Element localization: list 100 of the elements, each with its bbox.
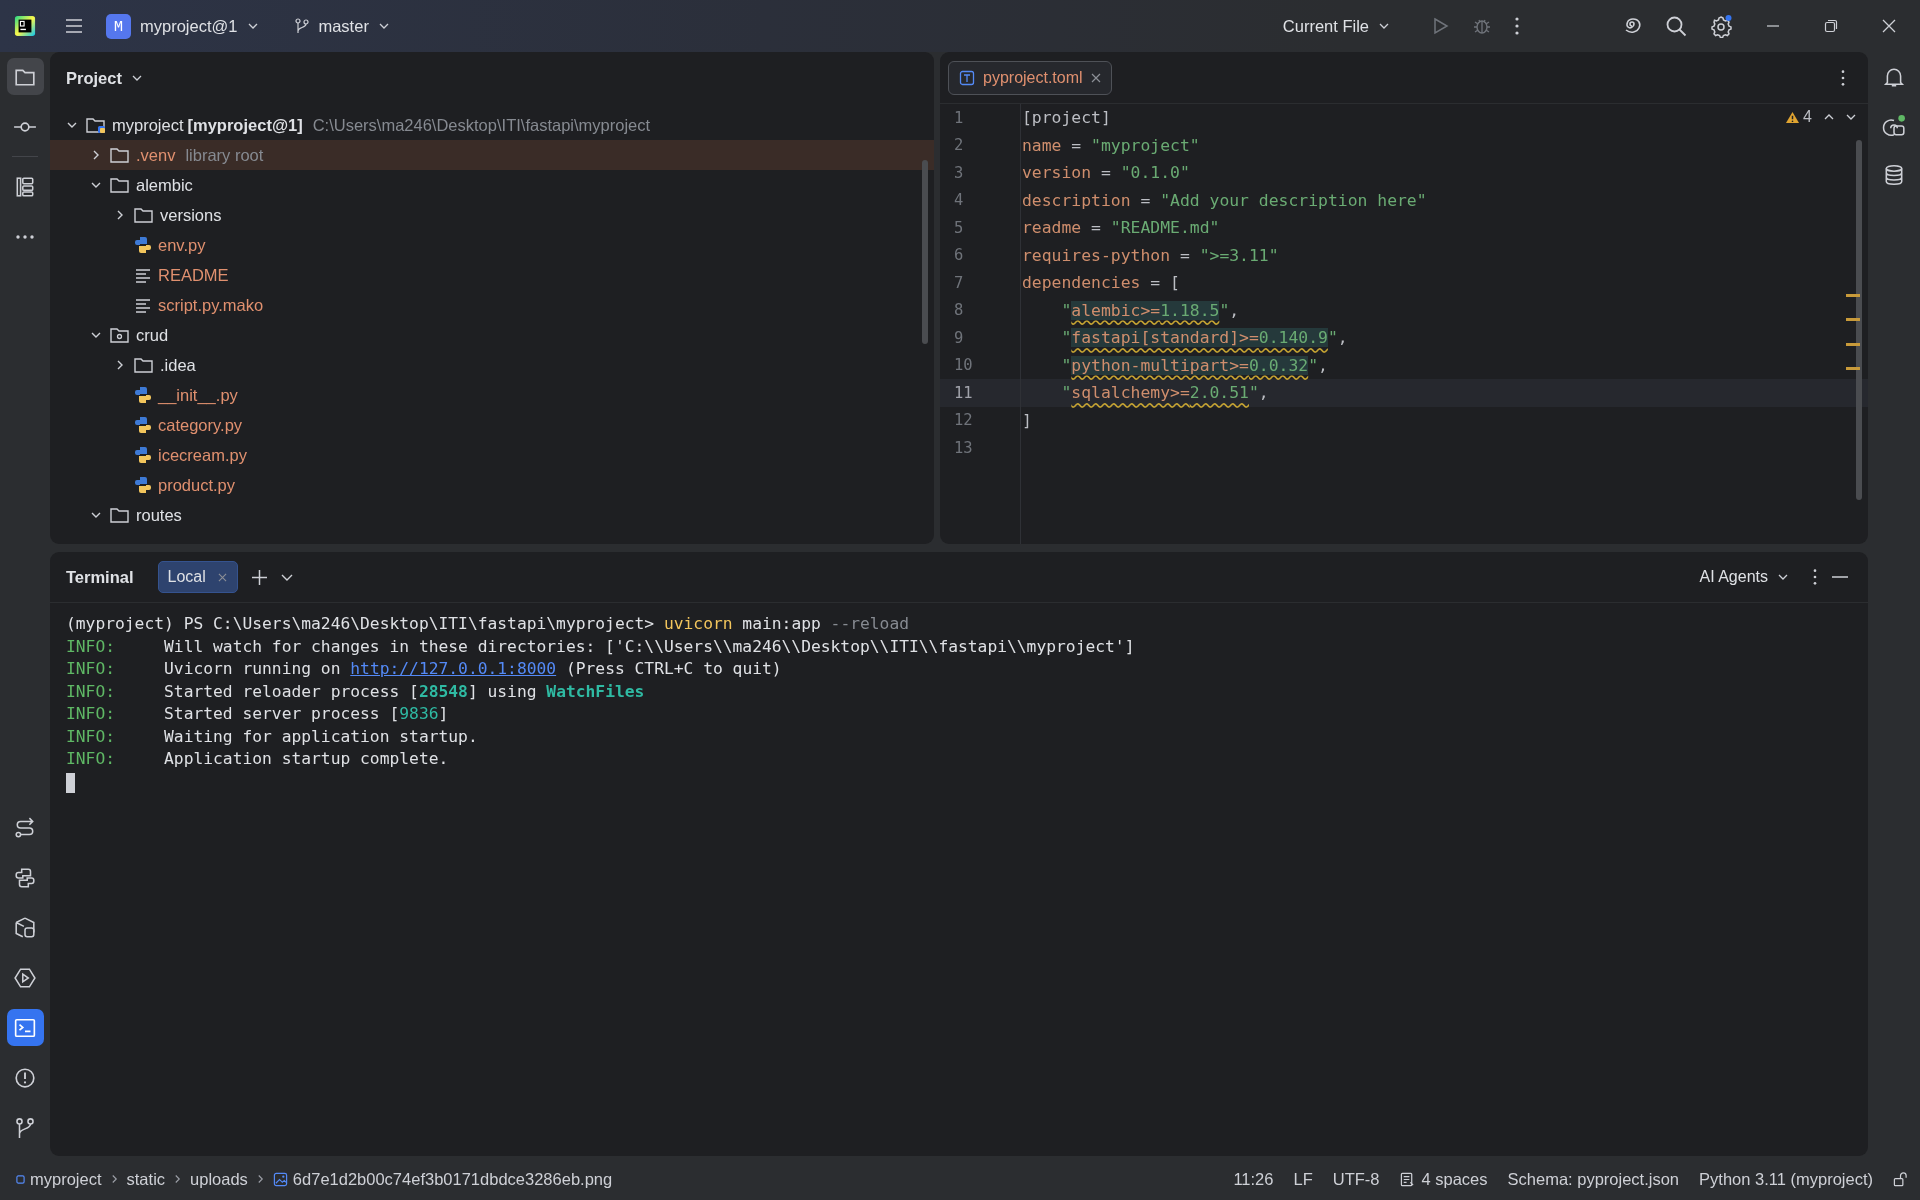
close-icon[interactable]: [1090, 72, 1101, 83]
breadcrumb[interactable]: 6d7e1d2b00c74ef3b0171dbdce3286eb.png: [272, 1169, 613, 1189]
status-item[interactable]: 11:26: [1233, 1169, 1274, 1189]
code-line: name = "myproject": [1022, 135, 1200, 155]
code-line: description = "Add your description here": [1022, 190, 1427, 210]
status-item[interactable]: LF: [1293, 1169, 1313, 1189]
tree-item[interactable]: product.py: [50, 470, 934, 500]
editor-tab[interactable]: pyproject.toml: [948, 60, 1112, 95]
branch-selector[interactable]: master: [294, 16, 389, 36]
run-configuration-selector[interactable]: Current File: [1282, 16, 1389, 36]
chevron-icon[interactable]: [91, 510, 101, 520]
previous-icon[interactable]: [1824, 112, 1834, 122]
tree-item[interactable]: script.py.mako: [50, 290, 934, 320]
terminal-line: INFO: Will watch for changes in these directories: ['C:\\Users\\ma246\\Desktop\\ITI\\fastapi\\myproject']: [66, 635, 1136, 658]
app-logo-icon: [14, 15, 36, 37]
scrollbar[interactable]: [1856, 140, 1862, 500]
terminal-line: INFO: Started server process [9836]: [66, 703, 450, 725]
tree-item[interactable]: versions: [50, 200, 934, 230]
more-icon[interactable]: [1812, 568, 1818, 586]
scrollbar[interactable]: [922, 160, 928, 344]
line-number: 2: [953, 136, 965, 155]
code-line: requires-python = ">=3.11": [1022, 245, 1279, 265]
project-selector[interactable]: M myproject@1: [106, 13, 259, 39]
breadcrumb[interactable]: static: [126, 1169, 166, 1189]
database-icon[interactable]: [1883, 164, 1905, 186]
project-view-selector[interactable]: Project: [66, 68, 142, 88]
tree-item[interactable]: myproject [myproject@1] C:\Users\ma246\Desktop\ITI\fastapi\myproject: [50, 110, 934, 140]
code-line: version = "0.1.0": [1022, 163, 1190, 183]
folder-icon: [134, 206, 154, 224]
status-item[interactable]: Schema: pyproject.json: [1507, 1169, 1680, 1189]
project-path: C:\Users\ma246\Desktop\ITI\fastapi\myproject: [312, 115, 651, 135]
indent-icon: [1399, 1171, 1415, 1187]
line-number: 9: [953, 328, 965, 347]
chevron-icon[interactable]: [67, 120, 77, 130]
chevron-icon[interactable]: [91, 150, 101, 160]
tree-item[interactable]: .idea: [50, 350, 934, 380]
terminal-tab[interactable]: Local: [157, 561, 238, 593]
python-file-icon: [134, 236, 152, 254]
restore-icon[interactable]: [1824, 19, 1838, 33]
warning-count[interactable]: 4: [1785, 108, 1812, 126]
chevron-icon[interactable]: [115, 210, 125, 220]
module-name: [myproject@1]: [187, 115, 303, 135]
status-item[interactable]: UTF-8: [1332, 1169, 1380, 1189]
breadcrumb[interactable]: uploads: [190, 1169, 248, 1189]
module-icon: [16, 1174, 25, 1184]
folder-icon: [110, 146, 130, 164]
settings-icon[interactable]: [1709, 14, 1733, 38]
chevron-icon[interactable]: [91, 330, 101, 340]
project-icon[interactable]: [6, 58, 44, 95]
tree-item[interactable]: __init__.py: [50, 380, 934, 410]
tree-item[interactable]: alembic: [50, 170, 934, 200]
code-line: ]: [1022, 410, 1032, 430]
line-number: 6: [953, 246, 965, 265]
line-number: 1: [953, 108, 965, 127]
line-number: 5: [953, 218, 965, 237]
line-number: 4: [953, 191, 965, 210]
more-icon[interactable]: [1514, 16, 1520, 36]
separator-icon: [110, 1174, 118, 1184]
tree-item[interactable]: crud: [50, 320, 934, 350]
ai-agents-selector[interactable]: AI Agents: [1699, 568, 1788, 586]
add-icon[interactable]: [251, 569, 267, 585]
panel-title: Terminal: [66, 567, 134, 587]
line-number: 3: [953, 163, 965, 182]
menu-icon[interactable]: [64, 16, 84, 36]
breadcrumb[interactable]: myproject: [16, 1169, 102, 1189]
tree-item[interactable]: .venv library root: [50, 140, 934, 170]
next-icon[interactable]: [1846, 112, 1856, 122]
caret-icon: [378, 21, 389, 31]
close-icon[interactable]: [1882, 19, 1896, 33]
status-item[interactable]: 4 spaces: [1399, 1169, 1488, 1189]
python-file-icon: [134, 416, 152, 434]
status-item[interactable]: Python 3.11 (myproject): [1699, 1169, 1873, 1189]
code-line: dependencies = [: [1022, 273, 1180, 293]
caret-icon: [1778, 572, 1788, 582]
folder-icon: [134, 356, 154, 374]
minimize-icon[interactable]: [1832, 575, 1848, 579]
tree-item[interactable]: category.py: [50, 410, 934, 440]
tree-item[interactable]: icecream.py: [50, 440, 934, 470]
terminal-icon[interactable]: [6, 1009, 44, 1046]
terminal-cursor: [66, 772, 75, 793]
caret-icon: [1379, 21, 1389, 31]
separator-icon: [256, 1174, 264, 1184]
chevron-icon[interactable]: [91, 180, 101, 190]
code-line: [project]: [1022, 108, 1111, 128]
notifications-icon[interactable]: [1883, 66, 1905, 88]
tree-item[interactable]: README: [50, 260, 934, 290]
more-icon[interactable]: [1840, 68, 1846, 87]
search-icon[interactable]: [1665, 15, 1687, 37]
tree-item[interactable]: routes: [50, 500, 934, 530]
folder-icon: [110, 176, 130, 194]
terminal-line: INFO: Started reloader process [28548] using WatchFiles: [66, 680, 646, 703]
chevron-icon[interactable]: [115, 360, 125, 370]
tree-item[interactable]: env.py: [50, 230, 934, 260]
code-line: "sqlalchemy>=2.0.51",: [1060, 383, 1269, 403]
terminal-line: INFO: Uvicorn running on http://127.0.0.1:8000 (Press CTRL+C to quit): [66, 658, 783, 680]
toml-file-icon: [959, 69, 975, 86]
lock-icon[interactable]: [1893, 1171, 1908, 1187]
image-file-icon: [272, 1171, 288, 1187]
terminal-line: INFO: Waiting for application startup.: [66, 725, 479, 748]
ai-chat-icon[interactable]: [1882, 114, 1906, 138]
